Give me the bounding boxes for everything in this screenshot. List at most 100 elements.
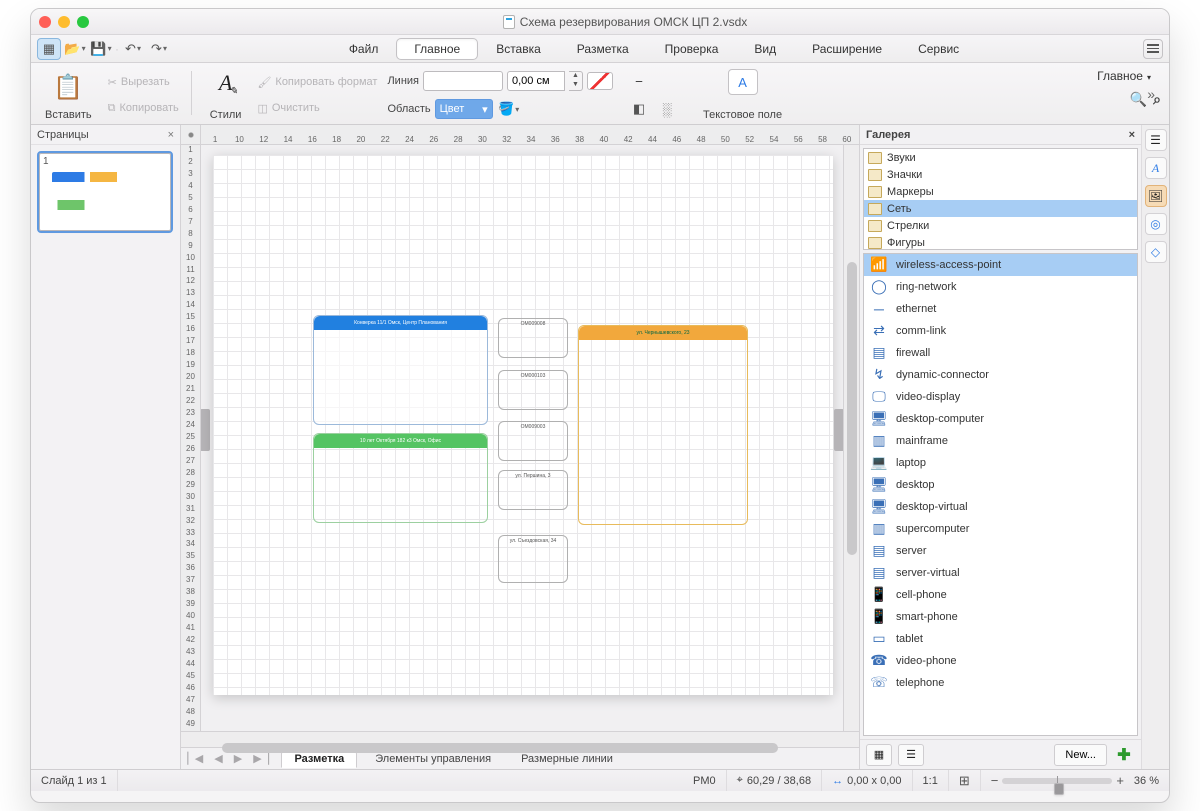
diagram-block-c[interactable]: ул. Чернышевского, 23 — [578, 325, 748, 525]
menu-service[interactable]: Сервис — [900, 38, 977, 60]
ruler-corner[interactable] — [181, 125, 201, 145]
gallery-shape-item[interactable]: ☎video-phone — [864, 650, 1137, 672]
line-style-select[interactable] — [423, 71, 503, 91]
find-replace-icon[interactable]: ⌕ — [1153, 91, 1161, 108]
zoom-slider[interactable] — [1002, 778, 1112, 784]
left-panel-handle[interactable] — [201, 409, 210, 451]
sidebar-properties-button[interactable]: ☰ — [1145, 129, 1167, 151]
gallery-close-icon[interactable]: × — [1129, 129, 1135, 141]
pages-panel-close-icon[interactable]: × — [168, 129, 174, 141]
gallery-list-view-button[interactable]: ☰ — [898, 744, 924, 766]
sidebar-styles-button[interactable]: A — [1145, 157, 1167, 179]
gallery-shape-item[interactable]: ▤server — [864, 540, 1137, 562]
maximize-window-button[interactable] — [77, 16, 89, 28]
styles-icon[interactable]: A✎ — [212, 69, 240, 97]
menu-home[interactable]: Главное — [396, 38, 478, 60]
gallery-category-item[interactable]: Маркеры — [864, 183, 1137, 200]
gallery-shape-item[interactable]: 📱cell-phone — [864, 584, 1137, 606]
sheet-nav-arrows[interactable]: ⎮◀ ◀ ▶ ▶⎮ — [185, 752, 275, 765]
textbox-icon[interactable]: A — [728, 69, 758, 95]
diagram-midbox-1[interactable]: OM009008 — [498, 318, 568, 358]
open-button[interactable]: 📂▾ — [63, 38, 87, 60]
gallery-shape-item[interactable]: 🖥desktop — [864, 474, 1137, 496]
gallery-new-button[interactable]: New... — [1054, 744, 1107, 766]
hamburger-menu-button[interactable] — [1143, 39, 1163, 59]
gallery-icon-view-button[interactable]: ▦ — [866, 744, 892, 766]
find-icon[interactable]: 🔍 — [1130, 91, 1147, 108]
zoom-in-button[interactable]: + — [1116, 773, 1124, 788]
drawing-page[interactable]: Конверка 11/1 Омск, Центр Планования 10 … — [213, 155, 833, 695]
gallery-shape-item[interactable]: ▥supercomputer — [864, 518, 1137, 540]
gallery-shape-item[interactable]: ◯ring-network — [864, 276, 1137, 298]
sidebar-shapes-button[interactable]: ◇ — [1145, 241, 1167, 263]
diagram-block-a[interactable]: Конверка 11/1 Омск, Центр Планования — [313, 315, 488, 425]
vertical-scrollbar[interactable] — [843, 145, 859, 731]
cut-button[interactable]: ✂︎Вырезать — [108, 72, 179, 92]
gallery-shape-item[interactable]: ▤firewall — [864, 342, 1137, 364]
gallery-category-item[interactable]: Сеть — [864, 200, 1137, 217]
gallery-shape-item[interactable]: 🖵video-display — [864, 386, 1137, 408]
gallery-shape-item[interactable]: 💻laptop — [864, 452, 1137, 474]
fill-color-button[interactable]: 🪣▾ — [497, 98, 521, 120]
pattern-button[interactable]: ░ — [655, 98, 679, 120]
gallery-shape-list[interactable]: 📶wireless-access-point◯ring-network─ethe… — [863, 253, 1138, 736]
menu-check[interactable]: Проверка — [647, 38, 737, 60]
sidebar-gallery-button[interactable]: 🖼 — [1145, 185, 1167, 207]
gallery-shape-item[interactable]: 🖥desktop-virtual — [864, 496, 1137, 518]
sheet-tab-2[interactable]: Элементы управления — [363, 751, 503, 767]
gallery-category-item[interactable]: Фигуры — [864, 234, 1137, 250]
copy-format-button[interactable]: 🖌︎Копировать формат — [257, 72, 377, 92]
menu-view[interactable]: Вид — [736, 38, 794, 60]
gallery-category-list[interactable]: ЗвукиЗначкиМаркерыСетьСтрелкиФигуры — [863, 148, 1138, 250]
copy-button[interactable]: ⧉Копировать — [108, 98, 179, 118]
gallery-category-item[interactable]: Значки — [864, 166, 1137, 183]
status-fit-button[interactable]: ⊞ — [949, 770, 981, 791]
save-button[interactable]: 💾▾ — [89, 38, 113, 60]
contextual-tab[interactable]: Главное▾ — [1087, 67, 1161, 85]
diagram-midbox-2[interactable]: OM000103 — [498, 370, 568, 410]
line-color-button[interactable] — [587, 72, 613, 90]
gallery-shape-item[interactable]: 🖥desktop-computer — [864, 408, 1137, 430]
diagram-midbox-5[interactable]: ул. Съездовская, 34 — [498, 535, 568, 583]
gradient-button[interactable]: ◧ — [627, 98, 651, 120]
horizontal-scrollbar[interactable] — [181, 731, 859, 747]
horizontal-ruler[interactable]: 1101214161820222426283032343638404244464… — [201, 125, 859, 145]
page-thumbnail-1[interactable]: 1 — [39, 153, 171, 231]
menu-layout[interactable]: Разметка — [559, 38, 647, 60]
clear-button[interactable]: ◫Очистить — [257, 98, 377, 118]
gallery-shape-item[interactable]: ▥mainframe — [864, 430, 1137, 452]
redo-button[interactable]: ↷▾ — [147, 38, 171, 60]
paste-icon[interactable]: 📋 — [50, 69, 86, 105]
minimize-window-button[interactable] — [58, 16, 70, 28]
gallery-shape-item[interactable]: 📶wireless-access-point — [864, 254, 1137, 276]
right-panel-handle[interactable] — [834, 409, 843, 451]
line-width-input[interactable] — [507, 71, 565, 91]
diagram-midbox-3[interactable]: OM009003 — [498, 421, 568, 461]
gallery-shape-item[interactable]: ☏telephone — [864, 672, 1137, 694]
gallery-shape-item[interactable]: ⇄comm-link — [864, 320, 1137, 342]
gallery-shape-item[interactable]: 📱smart-phone — [864, 606, 1137, 628]
sidebar-navigator-button[interactable]: ◎ — [1145, 213, 1167, 235]
fill-type-select[interactable]: Цвет▾ — [435, 99, 493, 119]
gallery-shape-item[interactable]: ↯dynamic-connector — [864, 364, 1137, 386]
undo-button[interactable]: ↶▾ — [121, 38, 145, 60]
gallery-add-icon[interactable]: ✚ — [1113, 744, 1135, 766]
vertical-ruler[interactable]: 1234567891011121314151617181920212223242… — [181, 145, 201, 731]
normal-view-button[interactable]: ▦ — [37, 38, 61, 60]
menu-extension[interactable]: Расширение — [794, 38, 900, 60]
gallery-shape-item[interactable]: ─ethernet — [864, 298, 1137, 320]
gallery-shape-item[interactable]: ▭tablet — [864, 628, 1137, 650]
sheet-tab-3[interactable]: Размерные линии — [509, 751, 625, 767]
menu-insert[interactable]: Вставка — [478, 38, 559, 60]
zoom-out-button[interactable]: − — [991, 773, 999, 788]
gallery-category-item[interactable]: Звуки — [864, 149, 1137, 166]
gallery-shape-item[interactable]: ▤server-virtual — [864, 562, 1137, 584]
gallery-category-item[interactable]: Стрелки — [864, 217, 1137, 234]
menu-file[interactable]: Файл — [331, 38, 397, 60]
line-width-spinner[interactable]: ▲▼ — [569, 71, 583, 91]
diagram-midbox-4[interactable]: ул. Першина, 3 — [498, 470, 568, 510]
status-scale[interactable]: 1:1 — [913, 770, 949, 791]
diagram-block-b[interactable]: 10 лет Октября 182 к3 Омск, Офис — [313, 433, 488, 523]
zoom-value[interactable]: 36 % — [1134, 775, 1159, 787]
close-window-button[interactable] — [39, 16, 51, 28]
